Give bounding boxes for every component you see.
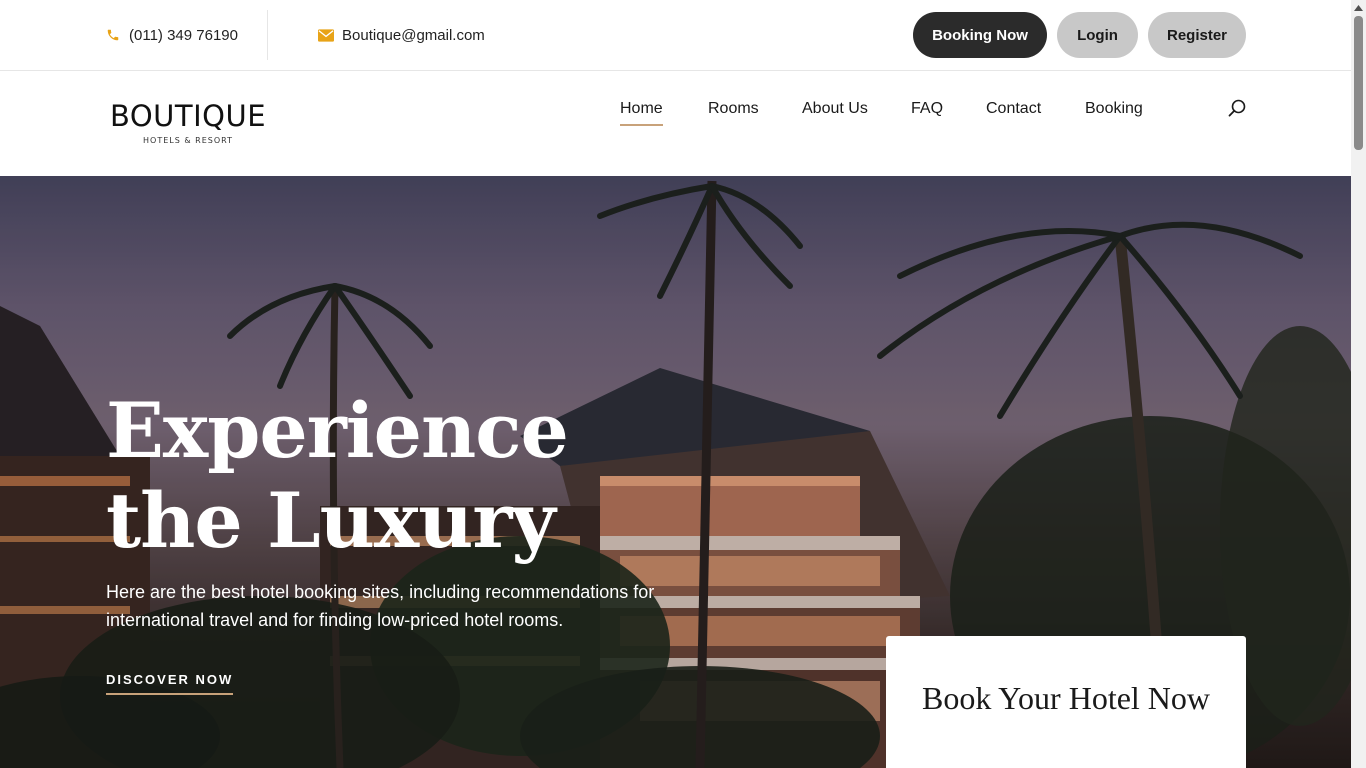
scroll-up-arrow-icon[interactable]: [1351, 0, 1366, 15]
hero-section: Experience the Luxury Here are the best …: [0, 176, 1351, 768]
nav-item-booking[interactable]: Booking: [1085, 100, 1143, 118]
contact-phone[interactable]: (011) 349 76190: [105, 0, 238, 70]
nav-item-home[interactable]: Home: [620, 100, 663, 126]
nav-item-contact[interactable]: Contact: [986, 100, 1041, 118]
register-button[interactable]: Register: [1148, 12, 1246, 58]
site-logo[interactable]: BOUTIQUE HOTELS & RESORT: [107, 99, 269, 145]
contact-email[interactable]: Boutique@gmail.com: [318, 0, 485, 70]
email-address: Boutique@gmail.com: [342, 26, 485, 44]
top-bar: (011) 349 76190 Boutique@gmail.com Booki…: [0, 0, 1351, 71]
envelope-icon: [318, 27, 334, 43]
hero-title: Experience the Luxury: [106, 386, 569, 566]
logo-tagline: HOTELS & RESORT: [143, 136, 233, 145]
booking-card-title: Book Your Hotel Now: [921, 680, 1211, 716]
booking-now-button[interactable]: Booking Now: [913, 12, 1047, 58]
phone-icon: [105, 27, 121, 43]
nav-item-about-us[interactable]: About Us: [802, 100, 868, 118]
booking-card: Book Your Hotel Now: [886, 636, 1246, 768]
logo-name: BOUTIQUE: [109, 99, 267, 133]
discover-now-link[interactable]: DISCOVER NOW: [106, 672, 234, 695]
nav-item-rooms[interactable]: Rooms: [708, 100, 759, 118]
scrollbar-thumb[interactable]: [1354, 16, 1363, 150]
divider: [267, 10, 268, 60]
page-scrollbar[interactable]: [1351, 0, 1366, 768]
login-button[interactable]: Login: [1057, 12, 1138, 58]
main-navbar: BOUTIQUE HOTELS & RESORT Home Rooms Abou…: [0, 71, 1351, 176]
hero-description: Here are the best hotel booking sites, i…: [106, 582, 655, 630]
search-icon[interactable]: [1226, 98, 1248, 120]
nav-item-faq[interactable]: FAQ: [911, 100, 943, 118]
hero-title-line-2: the Luxury: [106, 476, 556, 565]
phone-number: (011) 349 76190: [129, 26, 238, 44]
hero-title-line-1: Experience: [106, 386, 569, 475]
